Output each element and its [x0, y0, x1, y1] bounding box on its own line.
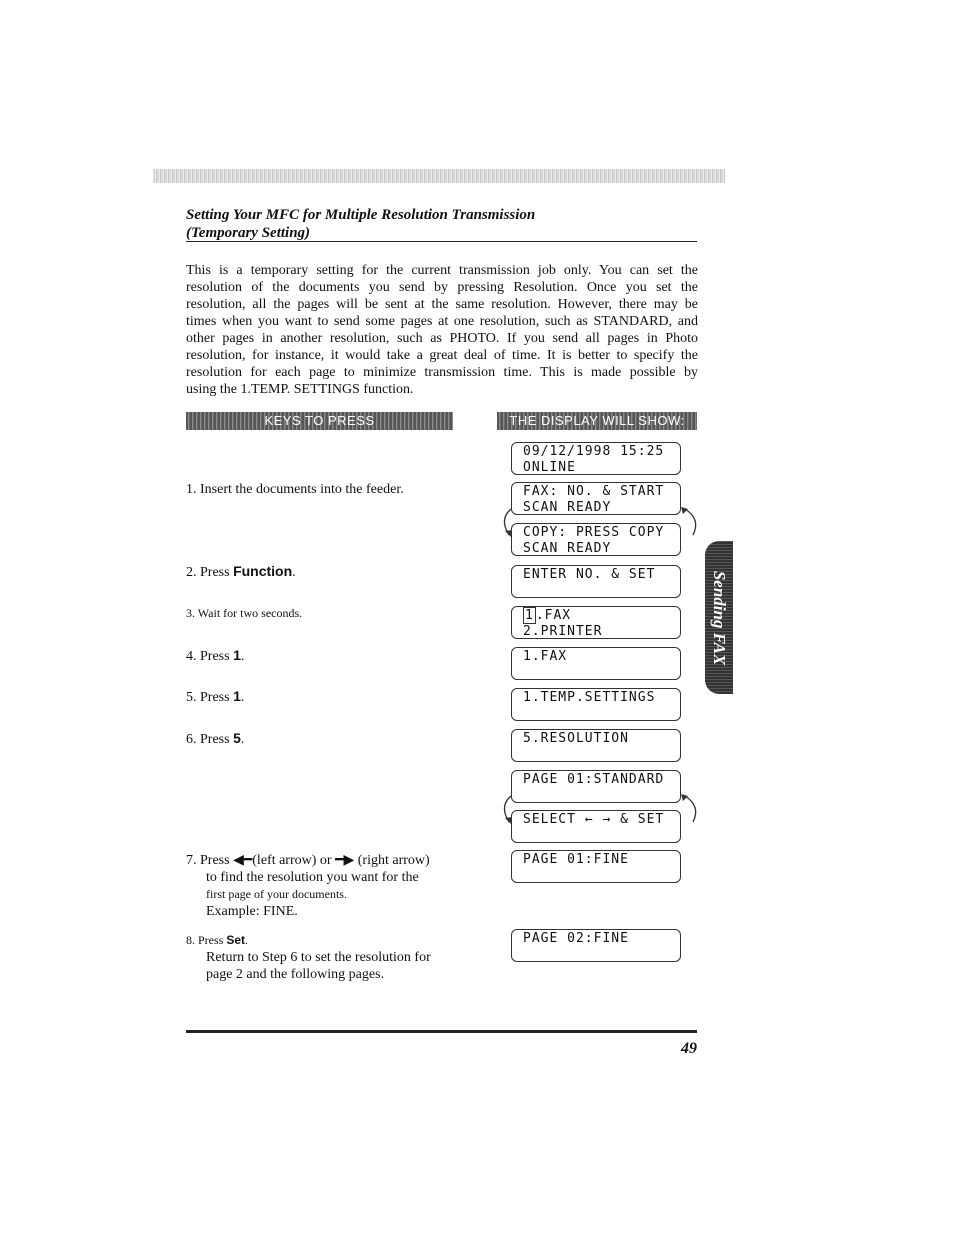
header-band — [153, 169, 725, 183]
cycle-arrows-icon — [503, 794, 697, 824]
lcd-line-1: PAGE 01:STANDARD — [523, 772, 665, 787]
step-7: 7. Press ◀━(left arrow) or ━▶ (right arr… — [186, 853, 430, 919]
cursor-box: 1 — [523, 607, 536, 624]
title-line-1: Setting Your MFC for Multiple Resolution… — [186, 207, 536, 223]
lcd-line-2: 2.PRINTER — [523, 624, 603, 639]
intro-line: using the 1.TEMP. SETTINGS function. — [186, 382, 414, 397]
step-5: 5. Press 1. — [186, 688, 245, 705]
title-line-2: (Temporary Setting) — [186, 225, 311, 241]
page-number: 49 — [681, 1040, 697, 1057]
lcd-display: 5.RESOLUTION — [511, 729, 681, 762]
lcd-line-1: 09/12/1998 15:25 — [523, 444, 665, 459]
intro-line: resolution of the documents you send by … — [186, 280, 698, 295]
lcd-display: 1.TEMP.SETTINGS — [511, 688, 681, 721]
lcd-line-1: 1.FAX — [523, 649, 568, 664]
lcd-display: 1.FAX — [511, 647, 681, 680]
intro-line: This is a temporary setting for the curr… — [186, 263, 698, 278]
lcd-line-1: .FAX — [535, 608, 572, 623]
step-3: 3. Wait for two seconds. — [186, 606, 303, 620]
intro-line: other pages in another resolution, such … — [186, 331, 698, 346]
lcd-display: ENTER NO. & SET — [511, 565, 681, 598]
cycle-arrows-icon — [503, 507, 697, 537]
lcd-display: PAGE 02:FINE — [511, 929, 681, 962]
right-arrow-icon: ━▶ — [335, 853, 355, 868]
intro-line: resolution, for instance, it would take … — [186, 348, 698, 363]
display-will-show-header: THE DISPLAY WILL SHOW: — [497, 412, 697, 430]
intro-line: resolution, all the pages will be sent a… — [186, 297, 698, 312]
chapter-tab: Sending FAX — [705, 541, 733, 694]
lcd-line-1: FAX: NO. & START — [523, 484, 665, 499]
key-function: Function — [233, 563, 293, 579]
lcd-display: PAGE 01:FINE — [511, 850, 681, 883]
lcd-line-1: 1.TEMP.SETTINGS — [523, 690, 656, 705]
lcd-line-1: 5.RESOLUTION — [523, 731, 629, 746]
step-2: 2. Press Function. — [186, 563, 296, 580]
lcd-line-1: PAGE 01:FINE — [523, 852, 629, 867]
step-8: 8. Press Set. Return to Step 6 to set th… — [186, 933, 431, 982]
step-1: 1. Insert the documents into the feeder. — [186, 482, 404, 497]
step-6: 6. Press 5. — [186, 730, 245, 747]
lcd-line-2: ONLINE — [523, 460, 576, 475]
lcd-display: 1 .FAX 2.PRINTER — [511, 606, 681, 639]
title-divider — [186, 241, 697, 242]
keys-to-press-header: KEYS TO PRESS — [186, 412, 453, 430]
intro-line: resolution for each page to minimize tra… — [186, 365, 698, 380]
footer-divider — [186, 1030, 697, 1033]
lcd-line-1: ENTER NO. & SET — [523, 567, 656, 582]
lcd-line-1: PAGE 02:FINE — [523, 931, 629, 946]
left-arrow-icon: ◀━ — [233, 853, 253, 868]
lcd-display: 09/12/1998 15:25 ONLINE — [511, 442, 681, 475]
intro-line: times when you want to send some pages a… — [186, 314, 698, 329]
section-title: Setting Your MFC for Multiple Resolution… — [186, 206, 535, 242]
manual-page: Setting Your MFC for Multiple Resolution… — [0, 0, 954, 1235]
step-4: 4. Press 1. — [186, 647, 245, 664]
